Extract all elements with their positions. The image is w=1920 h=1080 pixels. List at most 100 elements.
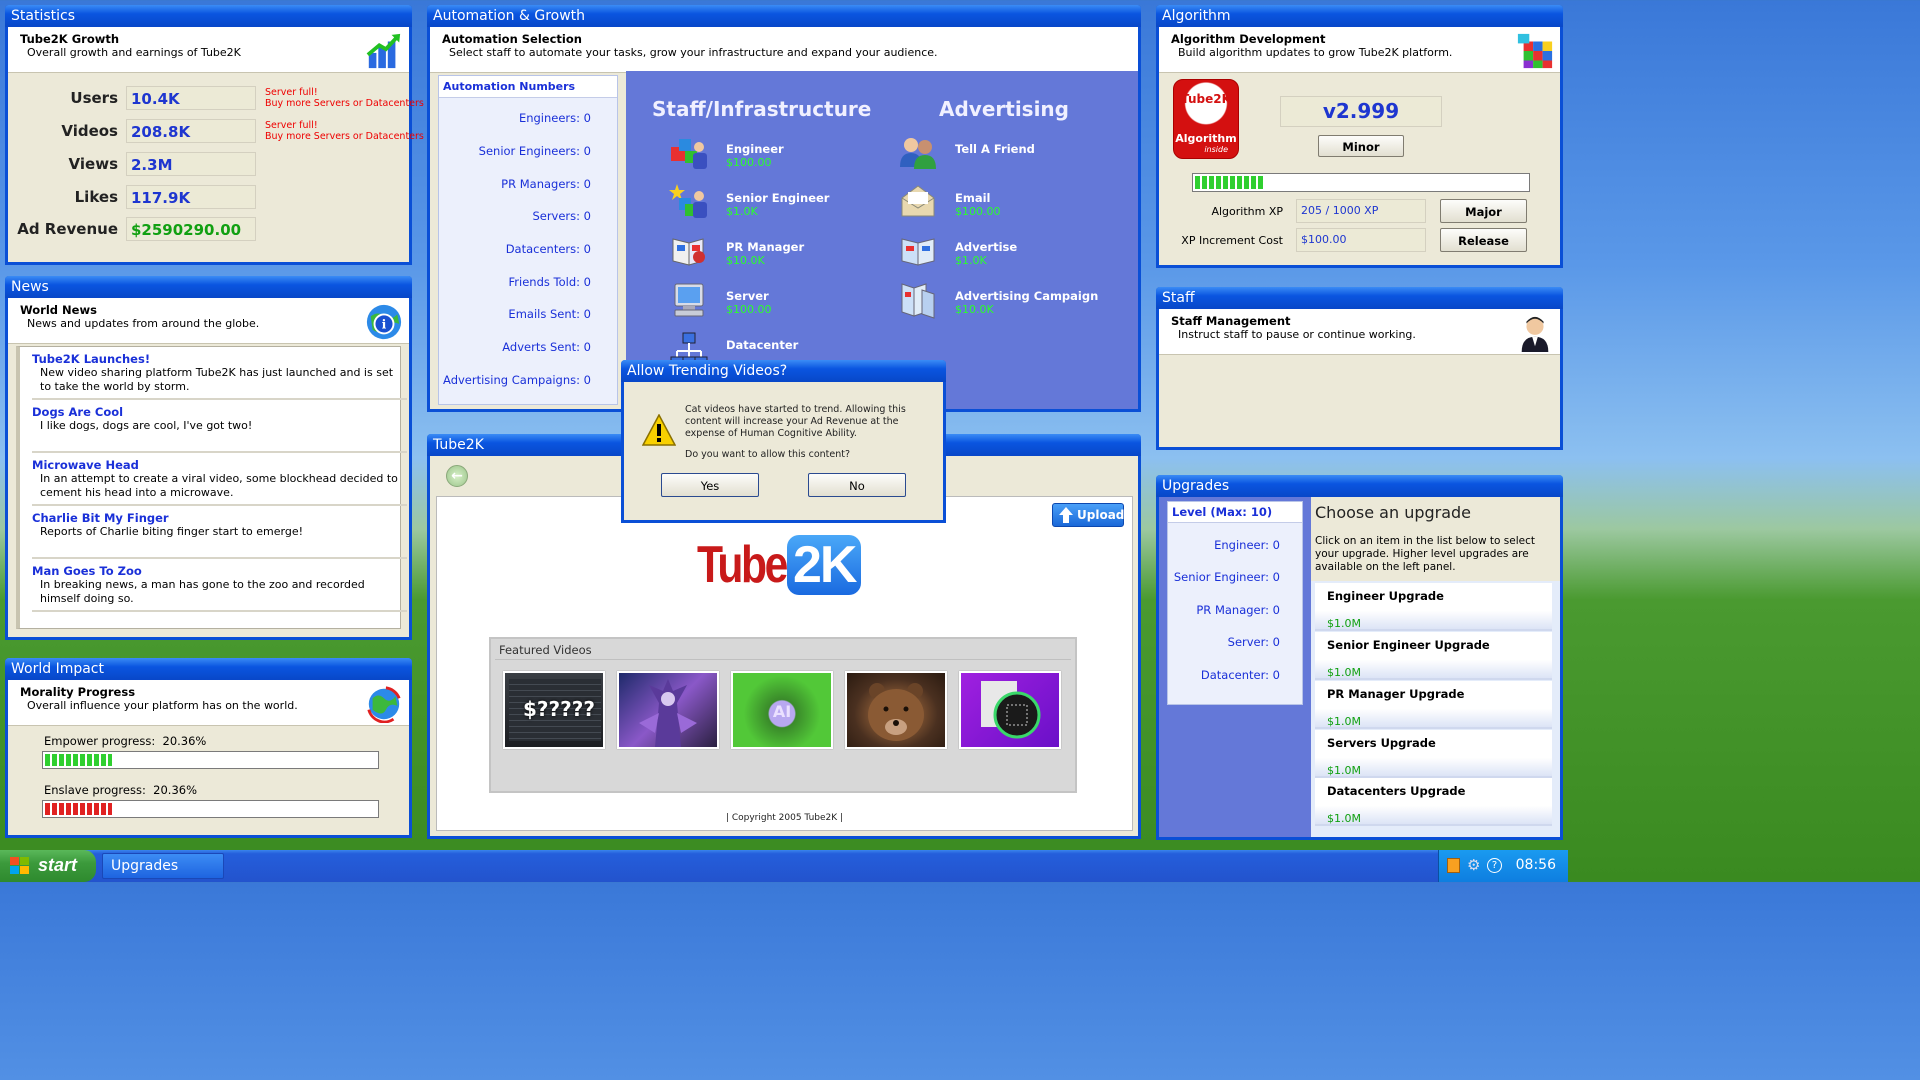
news-item[interactable]: Man Goes To Zoo In breaking news, a man h… [32, 561, 407, 612]
revenue-value: $2590290.00 [126, 217, 256, 241]
video-thumbnail[interactable] [617, 671, 719, 749]
news-window: News World News News and updates from ar… [5, 276, 412, 640]
news-item[interactable]: Charlie Bit My Finger Reports of Charlie … [32, 508, 407, 559]
level-server[interactable]: Server: 0 [1228, 635, 1280, 649]
release-button[interactable]: Release [1440, 228, 1527, 252]
upload-button[interactable]: Upload [1052, 503, 1124, 527]
email-icon [901, 185, 935, 217]
count-servers: Servers: 0 [532, 209, 591, 223]
advertising-heading: Advertising [939, 97, 1069, 121]
upgrade-item-name: PR Manager Upgrade [1327, 687, 1465, 701]
advertising-campaign-cost: $10.0K [955, 303, 994, 316]
video-thumbnail[interactable]: AI [731, 671, 833, 749]
views-label: Views [68, 155, 118, 173]
news-item-body: Reports of Charlie biting finger start t… [40, 525, 304, 538]
news-item-title[interactable]: Dogs Are Cool [32, 402, 407, 419]
taskbar-item-upgrades[interactable]: Upgrades [102, 853, 224, 879]
buy-engineer[interactable]: Engineer $100.00 [669, 133, 889, 173]
thumb-price-text: $????? [523, 697, 595, 721]
algorithm-xp-label: Algorithm XP [1211, 205, 1283, 218]
count-friends-told: Friends Told: 0 [508, 275, 591, 289]
engineer-label: Engineer [726, 142, 784, 156]
major-release-button[interactable]: Major [1440, 199, 1527, 223]
buy-advertise[interactable]: Advertise $1.0K [898, 231, 1118, 271]
news-item-title[interactable]: Tube2K Launches! [32, 349, 407, 366]
no-button[interactable]: No [808, 473, 906, 497]
minor-release-button[interactable]: Minor [1318, 135, 1404, 157]
statistics-title: Statistics [5, 5, 412, 27]
advertising-campaign-label: Advertising Campaign [955, 289, 1099, 303]
tray-gear-icon[interactable]: ⚙ [1467, 856, 1480, 874]
pr-manager-icon [672, 238, 705, 266]
copyright-text: | Copyright 2005 Tube2K | [725, 813, 844, 823]
buy-advertising-campaign[interactable]: Advertising Campaign $10.0K [898, 280, 1118, 320]
start-button[interactable]: start [0, 850, 96, 882]
level-engineer[interactable]: Engineer: 0 [1214, 538, 1280, 552]
thumb-warrior-figure [639, 679, 697, 747]
buy-senior-engineer[interactable]: Senior Engineer $1.0K [669, 182, 889, 222]
enslave-progress-bar [42, 800, 379, 818]
news-header: World News News and updates from around … [8, 298, 409, 344]
automation-title: Automation & Growth [427, 5, 1141, 27]
upgrade-item[interactable]: Datacenters Upgrade $1.0M [1315, 778, 1552, 826]
video-thumbnail[interactable] [959, 671, 1061, 749]
level-senior-engineer[interactable]: Senior Engineer: 0 [1174, 570, 1280, 584]
stat-row-videos: Videos 208.8K Server full! Buy more Serve… [20, 119, 424, 143]
enslave-label: Enslave progress: 20.36% [44, 783, 197, 797]
algorithm-heading: Algorithm Development [1171, 32, 1326, 46]
upgrade-choice-panel: Choose an upgrade Click on an item in th… [1311, 497, 1560, 837]
back-button[interactable]: ← [446, 465, 468, 487]
statistics-header: Tube2K Growth Overall growth and earning… [8, 27, 409, 73]
users-warning: Server full! Buy more Servers or Datacent… [265, 87, 424, 109]
upgrade-item[interactable]: Servers Upgrade $1.0M [1315, 730, 1552, 778]
upgrade-item[interactable]: Engineer Upgrade $1.0M [1315, 583, 1552, 631]
buy-tell-a-friend[interactable]: Tell A Friend [898, 133, 1118, 173]
dialog-question: Do you want to allow this content? [685, 449, 851, 460]
news-item[interactable]: Dogs Are Cool I like dogs, dogs are cool,… [32, 402, 407, 453]
news-item[interactable]: Microwave Head In an attempt to create a … [32, 455, 407, 506]
level-datacenter[interactable]: Datacenter: 0 [1201, 668, 1280, 682]
enslave-label-text: Enslave progress: [44, 783, 146, 797]
news-item[interactable]: Tube2K Launches! New video sharing platfo… [32, 349, 407, 400]
buy-email[interactable]: Email $100.00 [898, 182, 1118, 222]
videos-warning-line2: Buy more Servers or Datacenters [265, 131, 424, 142]
level-pr-manager[interactable]: PR Manager: 0 [1196, 603, 1280, 617]
no-label: No [849, 479, 865, 493]
advertise-label: Advertise [955, 240, 1018, 254]
clock: 08:56 [1515, 857, 1556, 873]
news-item-title[interactable]: Charlie Bit My Finger [32, 508, 407, 525]
users-warning-line1: Server full! [265, 87, 318, 98]
logo-algorithm-text: Algorithm [1175, 132, 1237, 145]
upgrade-item-name: Datacenters Upgrade [1327, 784, 1466, 798]
automation-numbers-panel: Automation Numbers Engineers: 0 Senior E… [438, 75, 618, 405]
staff-subtitle: Instruct staff to pause or continue work… [1178, 328, 1416, 341]
featured-divider [495, 659, 1071, 660]
upgrade-item[interactable]: PR Manager Upgrade $1.0M [1315, 681, 1552, 729]
xp-cost-value: $100.00 [1296, 228, 1426, 252]
news-subtitle: News and updates from around the globe. [27, 317, 260, 330]
tray-help-icon[interactable]: ? [1487, 858, 1502, 873]
buy-server[interactable]: Server $100.00 [669, 280, 889, 320]
system-tray: ⚙ ? 08:56 [1438, 850, 1568, 882]
senior-engineer-cost: $1.0K [726, 205, 758, 218]
tray-notes-icon[interactable] [1447, 858, 1460, 873]
videos-value: 208.8K [126, 119, 256, 143]
staff-window: Staff Staff Management Instruct staff to… [1156, 287, 1563, 450]
upgrade-item-name: Senior Engineer Upgrade [1327, 638, 1490, 652]
yes-button[interactable]: Yes [661, 473, 759, 497]
news-item-title[interactable]: Man Goes To Zoo [32, 561, 407, 578]
count-engineers: Engineers: 0 [518, 111, 591, 125]
world-impact-window: World Impact Morality Progress Overall i… [5, 658, 412, 838]
news-item-title[interactable]: Microwave Head [32, 455, 407, 472]
buy-pr-manager[interactable]: PR Manager $10.0K [669, 231, 889, 271]
upgrade-item[interactable]: Senior Engineer Upgrade $1.0M [1315, 632, 1552, 680]
thumb-ai-text: AI [772, 702, 792, 721]
empower-label-text: Empower progress: [44, 734, 156, 748]
stat-row-revenue: Ad Revenue $2590290.00 [17, 217, 410, 241]
algorithm-progress-fill [1195, 176, 1264, 189]
news-list[interactable]: Tube2K Launches! New video sharing platfo… [16, 346, 407, 629]
tube2k-page: Upload Tube 2K Featured Videos $????? AI… [436, 496, 1133, 831]
video-thumbnail[interactable]: $????? [503, 671, 605, 749]
logo-tube-text: Tube [697, 536, 788, 594]
video-thumbnail[interactable] [845, 671, 947, 749]
